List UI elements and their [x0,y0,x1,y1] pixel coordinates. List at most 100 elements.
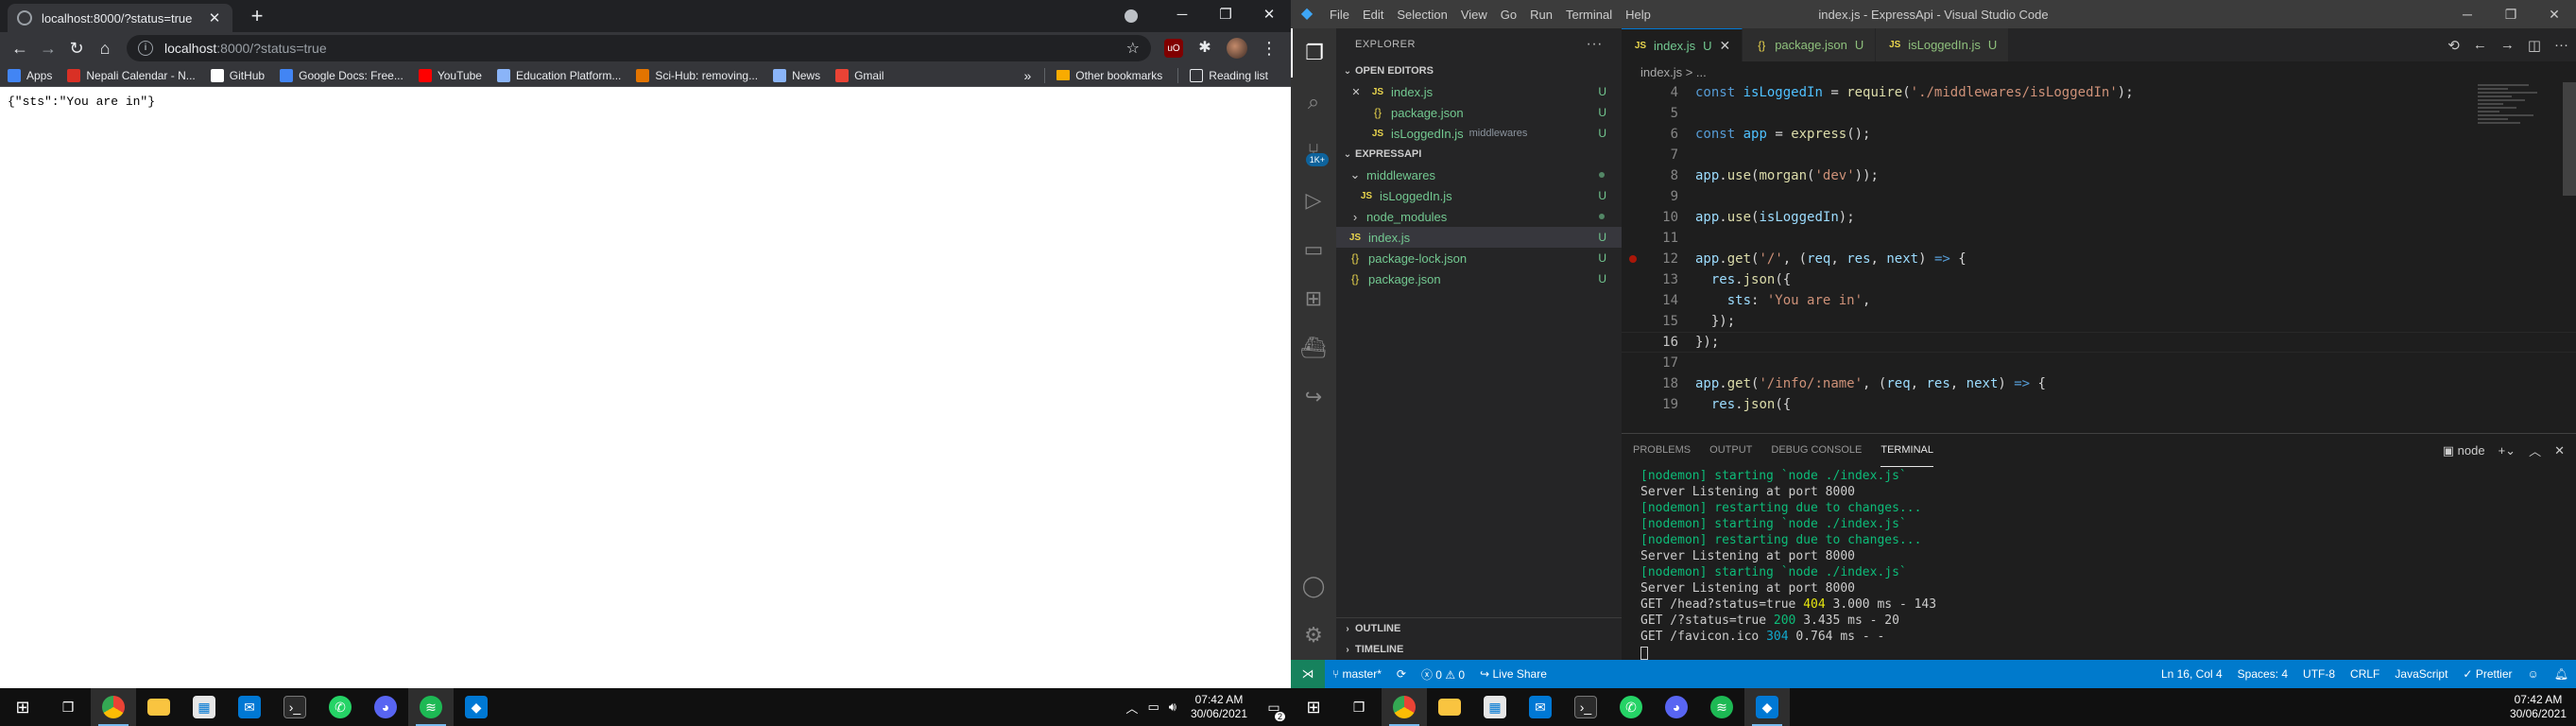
bookmark-item[interactable]: Apps [8,68,52,82]
taskbar-vscode[interactable]: ◆ [454,688,499,726]
code-line[interactable]: 19 res.json({ [1622,394,2576,415]
bookmark-item[interactable]: GitHub [210,68,265,82]
bookmark-item[interactable]: Sci-Hub: removing... [636,68,758,82]
code-line[interactable]: 8 app.use(morgan('dev')); [1622,165,2576,186]
problems-summary[interactable]: ⓧ 0 ⚠ 0 [1414,666,1472,683]
more-bookmarks-icon[interactable]: » [1023,68,1031,83]
breakpoint-icon[interactable] [1629,255,1637,263]
accounts-icon[interactable]: ◯ [1291,562,1336,611]
restore-button[interactable]: ❐ [1204,0,1247,32]
timeline-section[interactable]: › TIMELINE [1336,639,1622,660]
maximize-panel-icon[interactable]: ︿ [2529,441,2541,459]
breadcrumb[interactable]: index.js > ... [1622,61,2576,82]
code-line[interactable]: 10 app.use(isLoggedIn); [1622,207,2576,228]
run-debug-icon[interactable]: ▷ [1291,176,1336,225]
minimize-button[interactable]: ─ [1160,0,1204,32]
forward-button[interactable]: → [34,34,62,62]
panel-tab-terminal[interactable]: TERMINAL [1880,434,1933,467]
bookmark-item[interactable]: Google Docs: Free... [280,68,404,82]
code-line[interactable]: 4 const isLoggedIn = require('./middlewar… [1622,82,2576,103]
code-line[interactable]: 15 }); [1622,311,2576,332]
tree-item[interactable]: JS isLoggedIn.js U [1336,185,1622,206]
bookmark-item[interactable]: Education Platform... [496,68,621,82]
go-back-icon[interactable]: ← [2473,37,2487,53]
panel-tab-debug-console[interactable]: DEBUG CONSOLE [1771,434,1862,467]
close-icon[interactable]: ✕ [1348,86,1365,98]
settings-gear-icon[interactable]: ⚙ [1291,611,1336,660]
back-button[interactable]: ← [6,34,34,62]
tree-item[interactable]: {} package-lock.json U [1336,248,1622,268]
code-line[interactable]: 5 [1622,103,2576,124]
menu-run[interactable]: Run [1523,8,1559,22]
profile-avatar[interactable] [1227,38,1247,59]
menu-file[interactable]: File [1323,8,1356,22]
remote-explorer-icon[interactable]: ▭ [1291,225,1336,274]
live-share-button[interactable]: ↪ Live Share [1472,667,1554,681]
editor-tab[interactable]: {} package.json U [1743,28,1877,61]
prettier-status[interactable]: ✓ Prettier [2455,667,2519,681]
new-tab-button[interactable]: + [244,4,270,30]
code-line[interactable]: 11 [1622,228,2576,249]
panel-tab-problems[interactable]: PROBLEMS [1633,434,1691,467]
close-window-button[interactable]: ✕ [2533,7,2576,23]
taskbar-terminal[interactable]: ›_ [272,688,318,726]
close-panel-icon[interactable]: ✕ [2554,443,2565,458]
sync-icon[interactable]: ⟳ [1389,667,1414,681]
bookmark-item[interactable]: Gmail [835,68,884,82]
open-changes-icon[interactable]: ⟲ [2447,37,2460,54]
open-editor-item[interactable]: ✕ JS index.js U [1336,81,1622,102]
more-actions-icon[interactable]: ··· [2554,37,2568,53]
split-editor-icon[interactable]: ◫ [2528,37,2541,54]
taskbar-whatsapp[interactable]: ✆ [318,688,363,726]
start-button[interactable]: ⊞ [1291,688,1336,726]
menu-selection[interactable]: Selection [1390,8,1453,22]
menu-view[interactable]: View [1454,8,1494,22]
address-bar[interactable]: i localhost:8000/?status=true ☆ [127,35,1151,61]
tree-item[interactable]: JS index.js U [1336,227,1622,248]
taskbar-mail[interactable]: ✉ [227,688,272,726]
site-info-icon[interactable]: i [138,41,153,56]
go-forward-icon[interactable]: → [2500,37,2515,53]
taskbar-clock[interactable]: 07:42 AM 30/06/2021 [1181,693,1257,721]
taskbar-chrome[interactable] [91,688,136,726]
notifications-bell-icon[interactable]: 🔔︎ [2547,667,2576,681]
language-mode[interactable]: JavaScript [2387,667,2455,681]
taskbar-store[interactable]: ▦ [1472,688,1518,726]
editor-tab[interactable]: JS index.js U ✕ [1622,28,1743,61]
panel-tab-output[interactable]: OUTPUT [1709,434,1752,467]
taskbar-vscode[interactable]: ◆ [1744,688,1790,726]
code-line[interactable]: 9 [1622,186,2576,207]
taskbar-file-explorer[interactable] [136,688,181,726]
outline-section[interactable]: › OUTLINE [1336,618,1622,639]
taskbar-spotify[interactable]: ≋ [1699,688,1744,726]
taskbar-discord[interactable]: ◕ [1654,688,1699,726]
volume-icon[interactable]: 🔊︎ [1164,700,1181,715]
taskbar-file-explorer[interactable] [1427,688,1472,726]
more-actions-icon[interactable]: ··· [1587,36,1603,53]
menu-terminal[interactable]: Terminal [1559,8,1619,22]
live-share-icon[interactable]: ↪ [1291,372,1336,422]
docker-icon[interactable]: ⛴ [1291,323,1336,372]
menu-help[interactable]: Help [1619,8,1657,22]
code-line[interactable]: 17 [1622,353,2576,373]
ublock-extension-icon[interactable]: uO [1164,39,1183,58]
code-line[interactable]: 7 [1622,145,2576,165]
close-tab-icon[interactable]: ✕ [206,9,223,26]
taskbar-whatsapp[interactable]: ✆ [1608,688,1654,726]
explorer-icon[interactable]: ❐ [1291,28,1336,78]
home-button[interactable]: ⌂ [91,34,119,62]
source-control-icon[interactable]: ⑂ 1K+ [1291,127,1336,176]
tree-item[interactable]: › node_modules [1336,206,1622,227]
chrome-menu-icon[interactable]: ⋮ [1259,38,1279,59]
code-view[interactable]: 4 const isLoggedIn = require('./middlewar… [1622,82,2576,415]
extensions-icon[interactable]: ⊞ [1291,274,1336,323]
bookmark-star-icon[interactable]: ☆ [1126,39,1140,58]
encoding[interactable]: UTF-8 [2295,667,2343,681]
open-editor-item[interactable]: {} package.json U [1336,102,1622,123]
menu-edit[interactable]: Edit [1356,8,1390,22]
media-control-icon[interactable] [1125,9,1138,23]
code-line[interactable]: 14 sts: 'You are in', [1622,290,2576,311]
code-line[interactable]: 16}); [1622,332,2576,353]
terminal-output[interactable]: [nodemon] starting `node ./index.js` Serv… [1622,467,2576,664]
minimize-button[interactable]: ─ [2446,7,2489,23]
